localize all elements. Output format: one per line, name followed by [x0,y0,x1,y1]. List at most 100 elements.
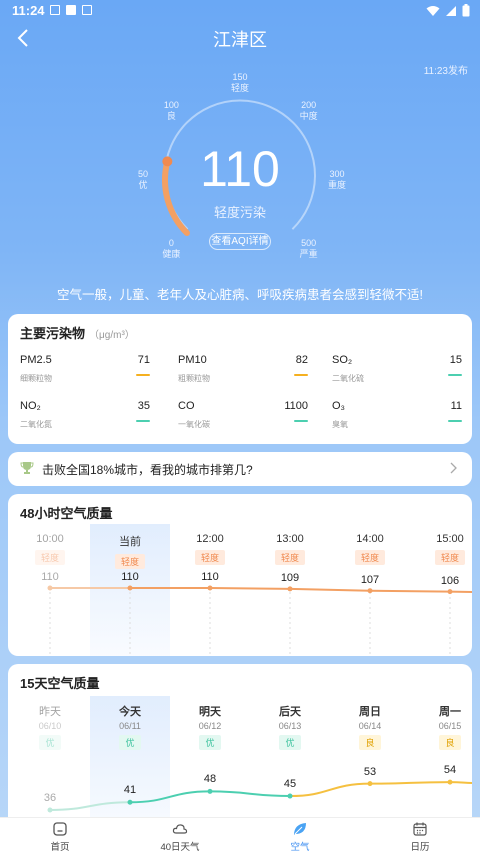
hourly-line-segment [289,587,371,592]
daily-date: 06/14 [358,721,382,731]
pollutant-subname: 二氧化氮 [20,420,52,429]
tab-air[interactable]: 空气 [240,818,360,853]
daily-column[interactable]: 今天 06/11 优 [95,703,165,751]
battery-icon [462,4,470,17]
calendar-icon [413,822,427,836]
daily-level-badge: 优 [199,735,221,750]
pollutant-item[interactable]: PM2.5 细颗粒物 71 [20,354,150,390]
hourly-column[interactable]: 13:00 轻度 [255,533,325,566]
daily-column[interactable]: 明天 06/12 优 [175,703,245,751]
hourly-value: 110 [201,571,219,583]
pollutant-item[interactable]: O₃ 臭氧 11 [332,400,462,436]
page-title: 江津区 [213,30,267,50]
daily-value: 48 [203,773,217,786]
pollutant-value: 1100 [284,400,308,412]
daily-level-badge: 良 [359,735,381,750]
daily-value: 53 [363,765,377,778]
pollutant-name: PM10 [178,354,207,366]
hourly-column[interactable]: 15:00 轻度 [415,533,472,566]
chevron-right-icon [450,462,457,474]
pollutant-value: 15 [449,354,462,366]
signal-icon [446,5,456,16]
tab-calendar[interactable]: 日历 [360,818,480,853]
daily-level-badge: 优 [119,735,141,750]
daily-point [447,779,453,785]
pollutant-subname: 二氧化硫 [332,374,364,383]
daily-column[interactable]: 后天 06/13 优 [255,703,325,751]
gauge-tick: 100 良 [163,100,179,122]
hourly-chart [47,585,472,654]
hourly-line-segment [209,587,291,590]
status-time: 11:24 [12,3,45,18]
hourly-column[interactable]: 12:00 轻度 [175,533,245,566]
hourly-point [367,588,373,594]
hourly-point [447,589,453,595]
daily-aqi-card: 15天空气质量 昨天 06/10 优 36 今天 06/11 优 41 明天 06/12… [8,664,472,834]
hourly-value: 106 [440,574,460,587]
city-rank-text: 击败全国18%城市，看我的城市排第几? [42,463,253,477]
hourly-line-segment [369,589,451,593]
daily-line-segment [369,781,451,785]
daily-point [367,781,373,787]
daily-value: 45 [283,778,297,791]
hourly-time: 12:00 [196,533,224,545]
daily-value: 41 [123,784,137,797]
hourly-value: 110 [41,571,59,583]
pollutant-name: SO₂ [332,354,353,366]
pollutant-item[interactable]: CO 一氧化碳 1100 [178,400,308,436]
pollutant-item[interactable]: SO₂ 二氧化硫 15 [332,354,462,390]
daily-date: 06/11 [119,721,141,731]
tab-home[interactable]: 首页 [0,818,120,853]
header: 江津区 [0,22,480,52]
hourly-time: 14:00 [356,533,384,545]
daily-level-badge: 优 [39,735,61,750]
hourly-column[interactable]: 10:00 轻度 [15,533,85,566]
hourly-point [207,585,213,591]
pollutant-item[interactable]: NO₂ 二氧化氮 35 [20,400,150,436]
pollutant-name: NO₂ [20,400,41,412]
daily-day: 周一 [439,706,461,718]
wifi-icon [426,5,440,16]
hourly-column[interactable]: 当前 轻度 [95,533,165,570]
hourly-value: 109 [280,571,300,584]
pollutant-item[interactable]: PM10 粗颗粒物 82 [178,354,308,390]
pollutant-level-bar [294,420,308,422]
hourly-level-badge: 轻度 [274,550,305,565]
hourly-value: 110 [121,571,139,583]
aqi-detail-button[interactable]: 查看AQI详情 [209,233,271,250]
hourly-value: 107 [360,573,380,586]
pollutant-name: PM2.5 [20,354,52,366]
gallery-icon [50,5,60,15]
daily-point [207,788,213,794]
hourly-point [287,586,293,592]
daily-column[interactable]: 昨天 06/10 优 [15,703,85,751]
pollutant-value: 82 [295,354,308,366]
daily-level-badge: 良 [439,735,461,750]
leaf-icon [294,823,306,835]
tab-calendar-label: 日历 [410,842,430,853]
daily-day: 周日 [359,706,381,718]
pollutant-level-bar [448,374,462,376]
tab-40day-label: 40日天气 [160,842,200,853]
hourly-column[interactable]: 14:00 轻度 [335,533,405,566]
tab-air-label: 空气 [290,842,310,853]
notification-icon [66,5,76,15]
aqi-value: 110 [200,141,280,197]
pollutant-subname: 臭氧 [332,420,348,429]
daily-point [127,799,133,805]
daily-point [287,793,293,799]
daily-day: 昨天 [39,706,61,718]
pollutant-value: 71 [137,354,150,366]
daily-column[interactable]: 周一 06/15 良 [415,703,472,751]
bottom-tab-bar: 首页 40日天气 空气 日历 [0,817,480,853]
aqi-level: 轻度污染 [213,205,266,220]
pollutant-name: O₃ [332,400,346,412]
daily-column[interactable]: 周日 06/14 良 [335,703,405,751]
tab-40day[interactable]: 40日天气 [120,818,240,853]
trophy-icon [20,462,34,474]
daily-day: 今天 [119,706,141,718]
daily-value: 54 [443,764,457,777]
city-rank-banner[interactable]: 击败全国18%城市，看我的城市排第几? [8,452,472,486]
hourly-level-badge: 轻度 [434,550,465,565]
daily-day: 后天 [279,706,301,718]
